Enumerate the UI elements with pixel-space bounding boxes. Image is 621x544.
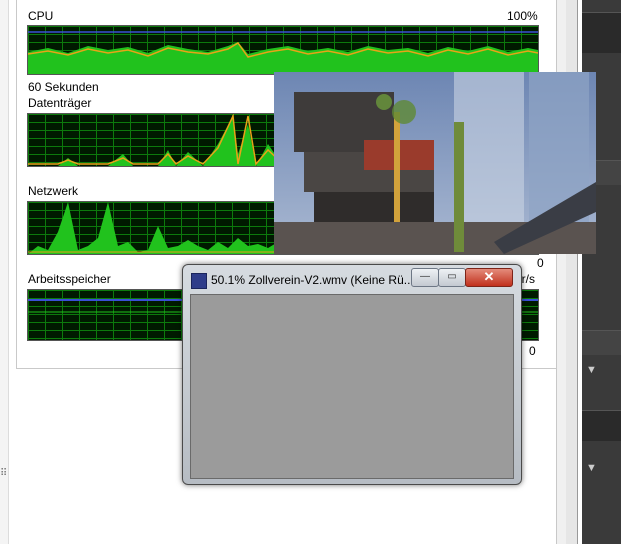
grip-icon[interactable]: ⠿	[0, 468, 7, 479]
left-panel-edge: ⠿	[0, 0, 9, 544]
minimize-button[interactable]: —	[411, 268, 439, 287]
memory-min-label: 0	[529, 344, 536, 358]
panel-section	[582, 410, 621, 441]
close-button[interactable]: ✕	[465, 268, 513, 287]
cpu-label: CPU	[28, 9, 54, 23]
network-min-label: 0	[537, 256, 544, 270]
video-preview-image	[274, 72, 596, 254]
disk-label: Datenträger	[28, 96, 92, 110]
time-window-label: 60 Sekunden	[28, 80, 99, 94]
panel-section	[582, 12, 621, 53]
network-label: Netzwerk	[28, 184, 79, 198]
maximize-button[interactable]: ▭	[438, 268, 466, 287]
chevron-down-icon[interactable]: ▼	[586, 462, 597, 474]
memory-label: Arbeitsspeicher	[28, 272, 111, 286]
chevron-down-icon[interactable]: ▼	[586, 364, 597, 376]
panel-section	[582, 330, 621, 355]
cpu-max-label: 100%	[507, 9, 538, 23]
windows-media-player-icon	[191, 273, 207, 289]
window-title: 50.1% Zollverein-V2.wmv (Keine Rü...	[211, 273, 414, 287]
media-player-window[interactable]: 50.1% Zollverein-V2.wmv (Keine Rü... — ▭…	[182, 264, 522, 485]
cpu-graph	[27, 25, 539, 75]
video-area[interactable]	[190, 294, 514, 479]
